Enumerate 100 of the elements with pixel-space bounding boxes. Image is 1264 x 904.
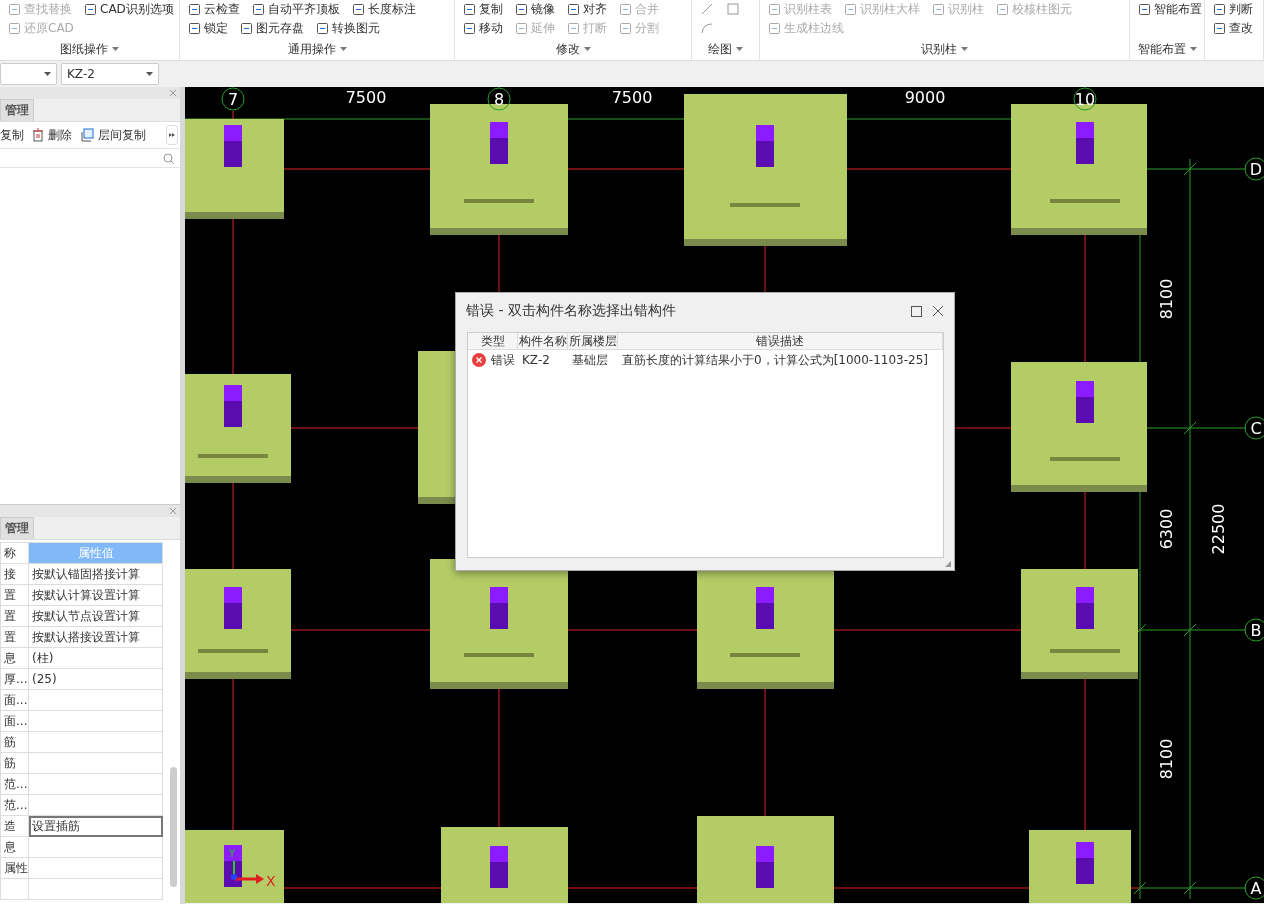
dimension-label: 8100 [1157,278,1176,320]
property-name: 筋 [0,752,29,774]
ribbon-button[interactable]: 移动 [463,19,503,37]
error-icon [472,353,486,367]
line-icon[interactable] [700,2,714,16]
column-header: 属性值 [28,542,163,564]
toolbar-button[interactable]: 复制 [0,126,24,144]
tool-icon [1213,2,1226,16]
column-header: 所属楼层 [568,333,618,350]
property-name: 面... [0,689,29,711]
group-label[interactable]: 绘图 [708,40,732,58]
resize-grip-icon[interactable] [944,560,952,568]
tool-icon [240,21,253,35]
caret-icon[interactable] [583,47,591,51]
panel-tab[interactable]: 管理 [0,517,34,539]
ribbon-button[interactable]: 智能布置 [1138,0,1202,18]
tool-icon [619,2,632,16]
property-name: 置 [0,584,29,606]
ribbon-button[interactable]: 复制 [463,0,503,18]
ribbon-button[interactable]: 图元存盘 [240,19,304,37]
tool-icon [463,21,476,35]
tool-icon [996,2,1009,16]
tool-icon [567,2,580,16]
column-header: 错误描述 [618,333,943,350]
ribbon-button[interactable]: CAD识别选项 [84,0,174,18]
maximize-icon[interactable] [911,305,922,317]
ribbon-button[interactable]: 转换图元 [316,19,380,37]
property-name: 范... [0,794,29,816]
ribbon-button[interactable]: 镜像 [515,0,555,18]
more-icon[interactable] [166,125,178,145]
tool-icon [619,21,632,35]
caret-icon[interactable] [736,47,743,51]
caret-icon[interactable] [1189,47,1197,51]
group-label[interactable]: 通用操作 [287,40,336,58]
property-value[interactable]: 按默认节点设置计算 [28,605,163,627]
caret-icon[interactable] [961,47,968,51]
rectangle-icon[interactable] [726,2,740,16]
scrollbar[interactable] [170,767,177,887]
property-value[interactable]: 按默认锚固搭接计算 [28,563,163,585]
dimension-label: 7500 [345,88,387,107]
axis-marker: C [1244,416,1264,440]
tool-icon [8,21,21,35]
column-header: 构件名称 [518,333,568,350]
ribbon-button[interactable]: 云检查 [188,0,240,18]
dimension-label: 8100 [1157,738,1176,780]
tool-icon [188,21,201,35]
property-name: 厚... [0,668,29,690]
property-value[interactable]: 设置插筋 [28,815,163,837]
property-value[interactable] [28,836,163,858]
tool-icon [84,2,97,16]
dropdown[interactable]: KZ-2 [61,63,159,85]
property-name: 息 [0,647,29,669]
property-name: 息 [0,836,29,858]
tool-icon [463,2,476,16]
table-cell: 基础层 [572,352,608,367]
group-label[interactable]: 图纸操作 [60,40,108,58]
group-label[interactable]: 识别柱 [921,40,957,58]
dimension-label: 22500 [1209,503,1228,555]
property-name: 筋 [0,731,29,753]
close-icon[interactable] [932,305,944,317]
tool-icon [252,2,265,16]
copy-icon [80,128,94,142]
caret-icon[interactable] [112,47,119,51]
tool-icon [515,2,528,16]
property-name: 造 [0,815,29,837]
toolbar-button[interactable]: 层间复制 [80,126,146,144]
property-name: 置 [0,626,29,648]
caret-icon[interactable] [339,47,347,51]
property-value[interactable]: 按默认计算设置计算 [28,584,163,606]
axis-marker: 10 [1073,87,1097,111]
ribbon-button[interactable]: 自动平齐顶板 [252,0,340,18]
tool-icon [1213,21,1226,35]
group-label[interactable]: 智能布置 [1137,40,1186,58]
property-value[interactable]: 按默认搭接设置计算 [28,626,163,648]
dropdown[interactable] [0,63,57,85]
panel-tab[interactable]: 管理 [0,99,34,121]
caret-icon [44,72,51,76]
table-cell: 直筋长度的计算结果小于0，计算公式为[1000-1103-25] [622,352,928,367]
tool-icon [768,2,781,16]
ribbon-button[interactable]: 锁定 [188,19,228,37]
tool-icon [316,21,329,35]
trash-icon [32,128,44,142]
axis-label: X [266,873,276,889]
property-value[interactable]: (25) [28,668,163,690]
property-value[interactable]: (柱) [28,647,163,669]
dimension-label: 6300 [1157,508,1176,550]
ribbon-button[interactable]: 判断 [1213,0,1253,18]
arc-icon[interactable] [700,21,714,35]
property-name [0,878,29,900]
tool-icon [768,21,781,35]
table-cell[interactable]: KZ-2 [522,353,550,367]
ribbon-button[interactable]: 长度标注 [352,0,416,18]
search-icon [163,152,174,164]
property-name: 属性 [0,857,29,879]
ribbon-button[interactable]: 对齐 [567,0,607,18]
group-label[interactable]: 修改 [555,40,580,58]
toolbar-button[interactable]: 删除 [32,126,72,144]
axis-indicator [231,860,264,884]
ribbon-button[interactable]: 查改 [1213,19,1253,37]
tool-icon [1138,2,1151,16]
